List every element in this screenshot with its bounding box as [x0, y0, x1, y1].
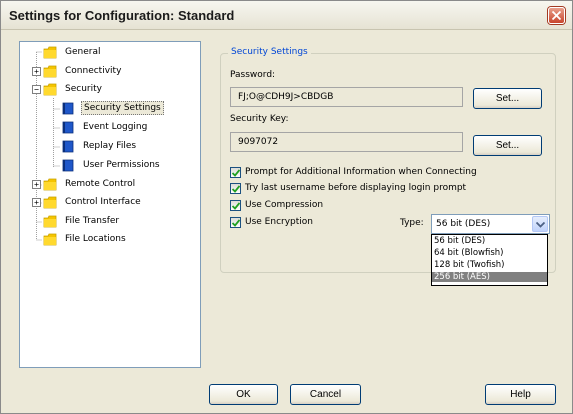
expand-icon[interactable]: + [32, 198, 41, 207]
checkbox-label: Use Encryption [245, 217, 313, 227]
use-encryption-checkbox[interactable]: Use Encryption [230, 217, 370, 230]
password-value: FJ;O@CDH9J>CBDGB [238, 92, 334, 102]
checkbox[interactable] [230, 200, 241, 211]
security-key-set-button[interactable]: Set... [473, 135, 542, 156]
expand-icon[interactable]: + [32, 67, 41, 76]
checkbox-label: Try last username before displaying logi… [245, 183, 467, 193]
book-icon [62, 140, 74, 153]
checkbox-label: Prompt for Additional Information when C… [245, 167, 477, 177]
tree-item-file-transfer[interactable]: File Transfer [43, 214, 193, 230]
security-key-label: Security Key: [230, 114, 289, 124]
book-icon [62, 159, 74, 172]
close-button[interactable] [548, 7, 565, 24]
tree-item-label: General [65, 47, 101, 57]
encryption-type-dropdown[interactable]: 56 bit (DES) 64 bit (Blowfish) 128 bit (… [431, 234, 548, 286]
prompt-additional-info-checkbox[interactable]: Prompt for Additional Information when C… [230, 167, 500, 180]
checkmark-icon [232, 185, 240, 193]
group-title: Security Settings [228, 47, 311, 57]
dropdown-option-highlighted[interactable]: 256 bit (AES) [432, 272, 547, 282]
window-title: Settings for Configuration: Standard [9, 8, 235, 23]
close-icon [552, 11, 561, 20]
tree-item-user-permissions[interactable]: User Permissions [61, 158, 191, 174]
security-key-value: 9097072 [238, 137, 279, 147]
settings-dialog: Settings for Configuration: Standard Gen… [0, 0, 573, 414]
expand-icon[interactable]: + [32, 180, 41, 189]
tree-item-file-locations[interactable]: File Locations [43, 232, 193, 248]
checkbox[interactable] [230, 217, 241, 228]
tree-item-label: Security Settings [81, 101, 164, 115]
help-button[interactable]: Help [485, 384, 556, 405]
folder-icon [43, 196, 57, 209]
dropdown-option[interactable]: 64 bit (Blowfish) [432, 248, 547, 258]
checkbox-label: Use Compression [245, 200, 324, 210]
tree-item-label: Remote Control [65, 179, 136, 189]
tree-item-label: Connectivity [65, 66, 122, 76]
tree-item-label: File Transfer [65, 216, 120, 226]
use-compression-checkbox[interactable]: Use Compression [230, 200, 370, 213]
security-key-field: 9097072 [230, 132, 463, 152]
book-icon [62, 121, 74, 134]
dropdown-button[interactable] [532, 216, 548, 232]
settings-tree[interactable]: General + Connectivity − Security Securi… [19, 41, 201, 368]
checkmark-icon [232, 219, 240, 227]
ok-button[interactable]: OK [209, 384, 278, 405]
checkbox[interactable] [230, 183, 241, 194]
password-field: FJ;O@CDH9J>CBDGB [230, 87, 463, 107]
folder-icon [43, 233, 57, 246]
dropdown-option[interactable]: 56 bit (DES) [432, 236, 547, 246]
folder-icon [43, 83, 57, 96]
tree-item-label: User Permissions [83, 160, 160, 170]
type-label: Type: [400, 218, 424, 228]
tree-item-security[interactable]: − Security [32, 82, 192, 98]
password-label: Password: [230, 70, 276, 80]
book-icon [62, 102, 74, 115]
checkmark-icon [232, 169, 240, 177]
tree-item-label: File Locations [65, 234, 126, 244]
tree-item-security-settings[interactable]: Security Settings [61, 101, 191, 117]
collapse-icon[interactable]: − [32, 85, 41, 94]
cancel-button[interactable]: Cancel [290, 384, 361, 405]
title-bar[interactable]: Settings for Configuration: Standard [1, 1, 572, 30]
tree-item-control-interface[interactable]: + Control Interface [32, 195, 192, 211]
checkbox[interactable] [230, 167, 241, 178]
tree-item-label: Control Interface [65, 197, 141, 207]
chevron-down-icon [536, 222, 545, 228]
folder-icon [43, 65, 57, 78]
tree-item-connectivity[interactable]: + Connectivity [32, 64, 192, 80]
tree-item-event-logging[interactable]: Event Logging [61, 120, 191, 136]
try-last-username-checkbox[interactable]: Try last username before displaying logi… [230, 183, 500, 196]
tree-item-remote-control[interactable]: + Remote Control [32, 177, 192, 193]
tree-item-label: Replay Files [83, 141, 137, 151]
password-set-button[interactable]: Set... [473, 88, 542, 109]
tree-item-label: Event Logging [83, 122, 148, 132]
tree-item-label: Security [65, 84, 102, 94]
folder-icon [43, 215, 57, 228]
tree-item-replay-files[interactable]: Replay Files [61, 139, 191, 155]
folder-icon [43, 46, 57, 59]
folder-icon [43, 178, 57, 191]
checkmark-icon [232, 202, 240, 210]
encryption-type-select[interactable]: 56 bit (DES) [431, 214, 550, 234]
dropdown-option[interactable]: 128 bit (Twofish) [432, 260, 547, 270]
selected-value: 56 bit (DES) [436, 219, 491, 229]
